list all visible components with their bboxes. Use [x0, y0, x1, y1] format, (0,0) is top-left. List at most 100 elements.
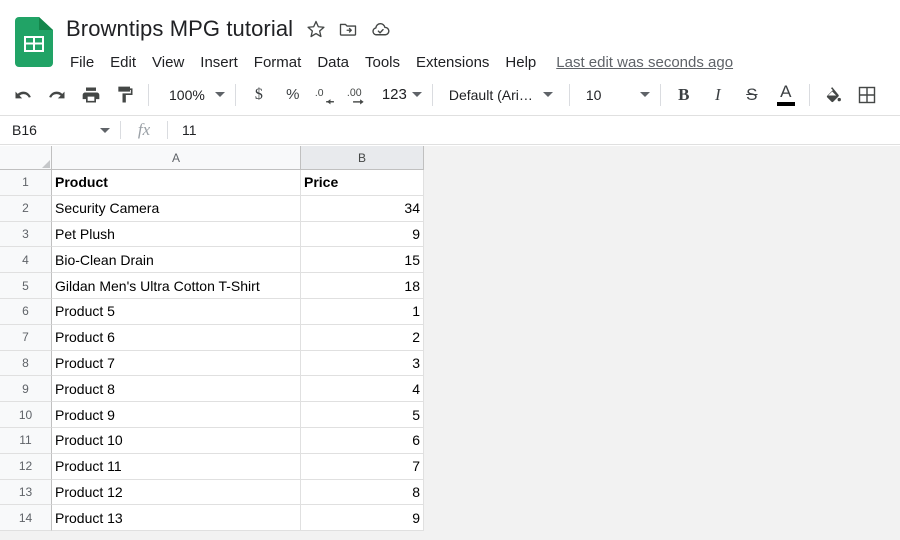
cell-A6[interactable]: Product 5: [52, 298, 301, 325]
toolbar: 100% $ % .0 .00 123 Default (Ari… 10 B I…: [0, 74, 900, 116]
menu-item-tools[interactable]: Tools: [357, 52, 408, 73]
cell-B13[interactable]: 8: [301, 479, 424, 506]
row-header-14[interactable]: 14: [0, 505, 52, 532]
cell-B2[interactable]: 34: [301, 195, 424, 222]
cell-B12[interactable]: 7: [301, 453, 424, 480]
table-row: 9 Product 84: [0, 376, 425, 403]
italic-button[interactable]: I: [701, 79, 735, 111]
cell-A10[interactable]: Product 9: [52, 402, 301, 428]
cell-A13[interactable]: Product 12: [52, 479, 301, 506]
table-row: 13 Product 12 8: [0, 479, 425, 506]
paint-format-icon[interactable]: [108, 79, 142, 111]
row-header-7[interactable]: 7: [0, 324, 52, 351]
menu-item-format[interactable]: Format: [246, 52, 310, 73]
increase-decimal-button[interactable]: .00: [344, 79, 378, 111]
svg-text:.0: .0: [315, 87, 324, 98]
menu-item-view[interactable]: View: [144, 52, 192, 73]
fill-color-icon[interactable]: [816, 79, 850, 111]
menu-item-extensions[interactable]: Extensions: [408, 52, 497, 73]
row-header-1[interactable]: 1: [0, 170, 52, 196]
number-format-select[interactable]: 123: [378, 80, 426, 110]
row-header-11[interactable]: 11: [0, 427, 52, 454]
undo-icon[interactable]: [6, 79, 40, 111]
menu-item-edit[interactable]: Edit: [102, 52, 144, 73]
star-icon[interactable]: [303, 16, 329, 42]
toolbar-divider: [148, 83, 149, 106]
font-family-value: Default (Ari…: [448, 86, 533, 103]
toolbar-divider: [234, 83, 236, 106]
toolbar-divider: [568, 83, 570, 106]
row-header-8[interactable]: 8: [0, 350, 52, 377]
cell-B4[interactable]: 15: [301, 247, 424, 274]
row-header-6[interactable]: 6: [0, 298, 52, 325]
cell-A5[interactable]: Gildan Men's Ultra Cotton T-Shirt: [52, 273, 301, 299]
cell-B7[interactable]: 2: [301, 324, 424, 351]
text-color-label: A: [780, 82, 792, 101]
cell-B5[interactable]: 18: [301, 273, 424, 299]
cell-A9[interactable]: Product 8: [52, 376, 301, 403]
grid-canvas[interactable]: A B 1 Product Price 2 Security Camera 34 3 Pet …: [0, 146, 900, 540]
name-box-value: B16: [12, 122, 37, 138]
name-box[interactable]: B16: [0, 116, 120, 144]
grid-rows: 1 Product Price 2 Security Camera 34 3 Pet Plus…: [0, 170, 425, 532]
menu-item-help[interactable]: Help: [497, 52, 544, 73]
percent-format-button[interactable]: %: [276, 79, 310, 111]
cell-A14[interactable]: Product 13: [52, 505, 301, 532]
cell-A12[interactable]: Product 11: [52, 453, 301, 480]
row-header-2[interactable]: 2: [0, 195, 52, 222]
cell-B3[interactable]: 9: [301, 221, 424, 248]
decrease-decimal-button[interactable]: .0: [310, 79, 344, 111]
text-color-swatch: [776, 102, 795, 106]
row-header-13[interactable]: 13: [0, 479, 52, 506]
redo-icon[interactable]: [40, 79, 74, 111]
menu-item-data[interactable]: Data: [309, 52, 357, 73]
formula-input[interactable]: 11: [168, 116, 900, 144]
cell-B9[interactable]: 4: [301, 376, 424, 403]
select-all-corner[interactable]: [0, 146, 52, 170]
menu-item-file[interactable]: File: [62, 52, 102, 73]
cell-A4[interactable]: Bio-Clean Drain: [52, 247, 301, 274]
row-header-12[interactable]: 12: [0, 453, 52, 480]
cloud-saved-icon[interactable]: [367, 16, 393, 42]
cell-B1[interactable]: Price: [301, 170, 424, 196]
cell-A8[interactable]: Product 7: [52, 350, 301, 377]
cell-A1[interactable]: Product: [52, 170, 301, 196]
column-header-a[interactable]: A: [52, 146, 301, 170]
row-header-5[interactable]: 5: [0, 273, 52, 299]
column-header-b[interactable]: B: [301, 146, 424, 170]
row-header-4[interactable]: 4: [0, 247, 52, 274]
borders-icon[interactable]: [850, 79, 884, 111]
cell-B6[interactable]: 1: [301, 298, 424, 325]
table-row: 11 Product 10 6: [0, 427, 425, 454]
row-header-9[interactable]: 9: [0, 376, 52, 403]
cell-B8[interactable]: 3: [301, 350, 424, 377]
zoom-select[interactable]: 100%: [155, 80, 229, 110]
cell-A11[interactable]: Product 10: [52, 427, 301, 454]
font-size-select[interactable]: 10: [576, 80, 654, 110]
row-header-3[interactable]: 3: [0, 221, 52, 248]
cell-A7[interactable]: Product 6: [52, 324, 301, 351]
toolbar-divider: [808, 83, 810, 106]
bold-button[interactable]: B: [667, 79, 701, 111]
cell-A3[interactable]: Pet Plush: [52, 221, 301, 248]
document-title[interactable]: Browntips MPG tutorial: [62, 14, 297, 44]
chevron-down-icon[interactable]: [100, 127, 110, 133]
strikethrough-button[interactable]: S: [735, 79, 769, 111]
text-color-button[interactable]: A: [769, 79, 803, 111]
row-header-10[interactable]: 10: [0, 402, 52, 428]
move-to-folder-icon[interactable]: [335, 16, 361, 42]
table-row: 3 Pet Plush 9: [0, 221, 425, 248]
cell-A2[interactable]: Security Camera: [52, 195, 301, 222]
currency-format-button[interactable]: $: [242, 79, 276, 111]
cell-B11[interactable]: 6: [301, 427, 424, 454]
cell-B10[interactable]: 5: [301, 402, 424, 428]
last-edit-status[interactable]: Last edit was seconds ago: [556, 54, 733, 71]
font-family-select[interactable]: Default (Ari…: [439, 80, 563, 110]
font-size-value: 10: [585, 86, 602, 103]
fx-icon: fx: [137, 120, 151, 139]
print-icon[interactable]: [74, 79, 108, 111]
cell-B14[interactable]: 9: [301, 505, 424, 532]
menu-bar: File Edit View Insert Format Data Tools …: [62, 49, 900, 75]
table-row: 1 Product Price: [0, 170, 425, 196]
menu-item-insert[interactable]: Insert: [192, 52, 246, 73]
